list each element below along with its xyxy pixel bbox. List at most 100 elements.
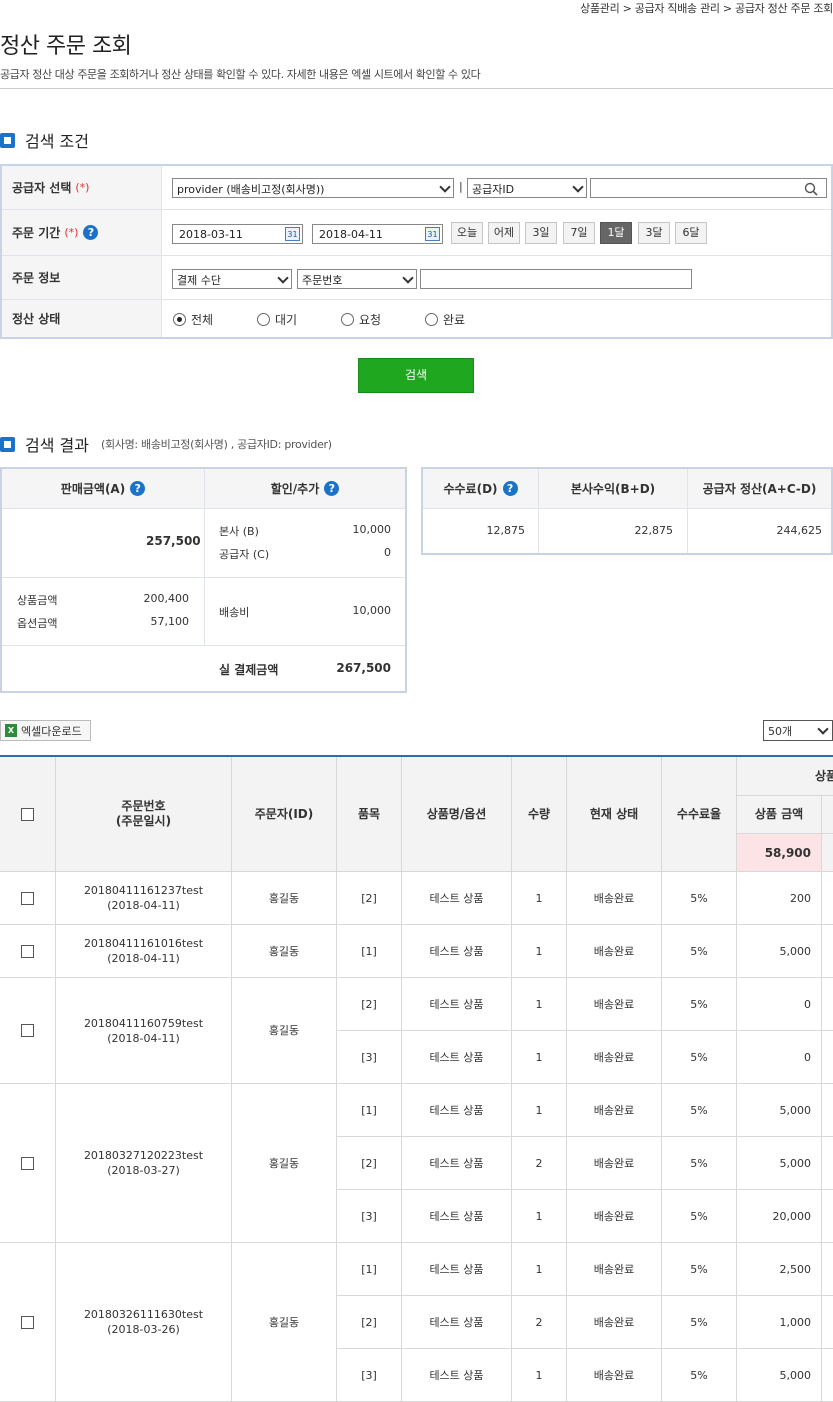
- fee-value: 12,875: [486, 524, 526, 537]
- order-info-row: 주문 정보 결제 수단 주문번호: [2, 256, 831, 300]
- period-7day-button[interactable]: 7일: [563, 222, 595, 244]
- row-checkbox[interactable]: [21, 1024, 34, 1037]
- row-select-cell: [0, 1084, 56, 1243]
- next-column-cell: [822, 872, 833, 925]
- section-bullet-icon: [0, 132, 15, 148]
- required-mark: (*): [75, 181, 90, 194]
- fee-summary-table: 수수료(D)? 본사수익(B+D) 공급자 정산(A+C-D) 12,875 2…: [421, 467, 833, 555]
- order-number-header: 주문번호 (주문일시): [56, 757, 232, 872]
- paid-amount-value: 267,500: [336, 661, 391, 675]
- status-cell: 배송완료: [567, 1243, 662, 1296]
- paid-amount-label: 실 결제금액: [219, 663, 279, 677]
- order-number-cell: 20180411160759test (2018-04-11): [56, 978, 232, 1084]
- hq-discount-label: 본사 (B): [219, 525, 259, 538]
- supplier-search-input[interactable]: [590, 178, 827, 198]
- product-amount-cell: 5,000: [737, 925, 822, 978]
- next-column-cell: [822, 1296, 833, 1349]
- product-cell: 테스트 상품: [402, 1084, 512, 1137]
- row-checkbox[interactable]: [21, 1156, 34, 1170]
- fee-rate-header: 수수료율: [662, 757, 737, 872]
- row-select-cell: [0, 978, 56, 1084]
- row-checkbox[interactable]: [21, 944, 34, 958]
- order-number-cell: 20180326111630test (2018-03-26): [56, 1243, 232, 1402]
- product-cell: 테스트 상품: [402, 872, 512, 925]
- order-number[interactable]: 20180411161016test: [84, 936, 203, 951]
- title-divider: [0, 88, 833, 89]
- order-number[interactable]: 20180326111630test: [84, 1307, 203, 1322]
- status-cell: 배송완료: [567, 925, 662, 978]
- row-checkbox[interactable]: [21, 891, 34, 905]
- item-cell: [2]: [337, 1137, 402, 1190]
- per-page-select[interactable]: 50개: [763, 720, 833, 741]
- order-field-select[interactable]: 주문번호: [297, 269, 417, 289]
- radio-icon: [257, 313, 270, 326]
- order-number[interactable]: 20180327120223test: [84, 1148, 203, 1163]
- next-column-total: [822, 834, 833, 872]
- fee-rate-cell: 5%: [662, 1243, 737, 1296]
- next-column-header: [822, 796, 833, 834]
- payment-method-select[interactable]: 결제 수단: [172, 269, 292, 289]
- search-section-title: 검색 조건: [0, 128, 89, 152]
- supplier-row: 공급자 선택 (*) provider (배송비고정(회사명)) | 공급자ID: [2, 166, 831, 210]
- product-cell: 테스트 상품: [402, 978, 512, 1031]
- select-all-checkbox[interactable]: [21, 807, 34, 821]
- period-1month-button[interactable]: 1달: [600, 222, 632, 244]
- period-label: 주문 기간 (*) ?: [2, 210, 162, 255]
- calendar-icon[interactable]: 31: [425, 227, 440, 241]
- option-amount-value: 57,100: [150, 615, 190, 628]
- shipping-fee-label: 배송비: [219, 606, 250, 619]
- period-3day-button[interactable]: 3일: [525, 222, 557, 244]
- status-cell: 배송완료: [567, 1349, 662, 1402]
- order-date: (2018-03-27): [107, 1164, 180, 1177]
- quantity-cell: 1: [512, 978, 567, 1031]
- status-radio-all[interactable]: 전체: [173, 311, 213, 328]
- fee-rate-cell: 5%: [662, 872, 737, 925]
- status-cell: 배송완료: [567, 1296, 662, 1349]
- period-3month-button[interactable]: 3달: [638, 222, 670, 244]
- radio-selected-icon: [173, 313, 186, 326]
- help-icon[interactable]: ?: [130, 481, 146, 496]
- supplier-key-select[interactable]: 공급자ID: [467, 178, 587, 198]
- orderer-cell: 홍길동: [232, 925, 337, 978]
- order-date: (2018-04-11): [107, 899, 180, 912]
- help-icon[interactable]: ?: [502, 481, 518, 496]
- supplier-select[interactable]: provider (배송비고정(회사명)): [172, 178, 454, 198]
- order-number[interactable]: 20180411161237test: [84, 883, 203, 898]
- period-today-button[interactable]: 오늘: [451, 222, 483, 244]
- shipping-fee-value: 10,000: [352, 604, 392, 617]
- excel-download-button[interactable]: X 엑셀다운로드: [0, 720, 91, 741]
- product-cell: 테스트 상품: [402, 1137, 512, 1190]
- product-amount-value: 200,400: [143, 592, 190, 605]
- order-number[interactable]: 20180411160759test: [84, 1016, 203, 1031]
- period-6month-button[interactable]: 6달: [675, 222, 707, 244]
- help-icon[interactable]: ?: [83, 225, 99, 240]
- fee-rate-cell: 5%: [662, 1296, 737, 1349]
- product-amount-cell: 5,000: [737, 1137, 822, 1190]
- help-icon[interactable]: ?: [324, 481, 340, 496]
- start-date-input[interactable]: 2018-03-11 31: [172, 224, 303, 244]
- item-cell: [2]: [337, 978, 402, 1031]
- status-radio-request[interactable]: 요청: [341, 311, 381, 328]
- quantity-cell: 2: [512, 1137, 567, 1190]
- product-amount-cell: 1,000: [737, 1296, 822, 1349]
- supplier-discount-label: 공급자 (C): [219, 548, 270, 561]
- row-checkbox[interactable]: [21, 1315, 34, 1329]
- page-description: 공급자 정산 대상 주문을 조회하거나 정산 상태를 확인할 수 있다. 자세한…: [0, 68, 481, 81]
- end-date-input[interactable]: 2018-04-11 31: [312, 224, 443, 244]
- row-select-cell: [0, 872, 56, 925]
- search-section-label: 검색 조건: [25, 132, 89, 151]
- select-all-cell: [0, 757, 56, 872]
- status-radio-complete[interactable]: 완료: [425, 311, 465, 328]
- order-keyword-input[interactable]: [420, 269, 692, 289]
- next-column-cell: [822, 1190, 833, 1243]
- search-icon[interactable]: [804, 182, 818, 196]
- fee-rate-cell: 5%: [662, 1031, 737, 1084]
- period-yesterday-button[interactable]: 어제: [488, 222, 520, 244]
- status-header: 현재 상태: [567, 757, 662, 872]
- orderer-cell: 홍길동: [232, 872, 337, 925]
- search-button[interactable]: 검색: [358, 358, 474, 393]
- calendar-icon[interactable]: 31: [285, 227, 300, 241]
- sales-total-value: 257,500: [146, 534, 201, 548]
- status-radio-waiting[interactable]: 대기: [257, 311, 297, 328]
- orderer-header: 주문자(ID): [232, 757, 337, 872]
